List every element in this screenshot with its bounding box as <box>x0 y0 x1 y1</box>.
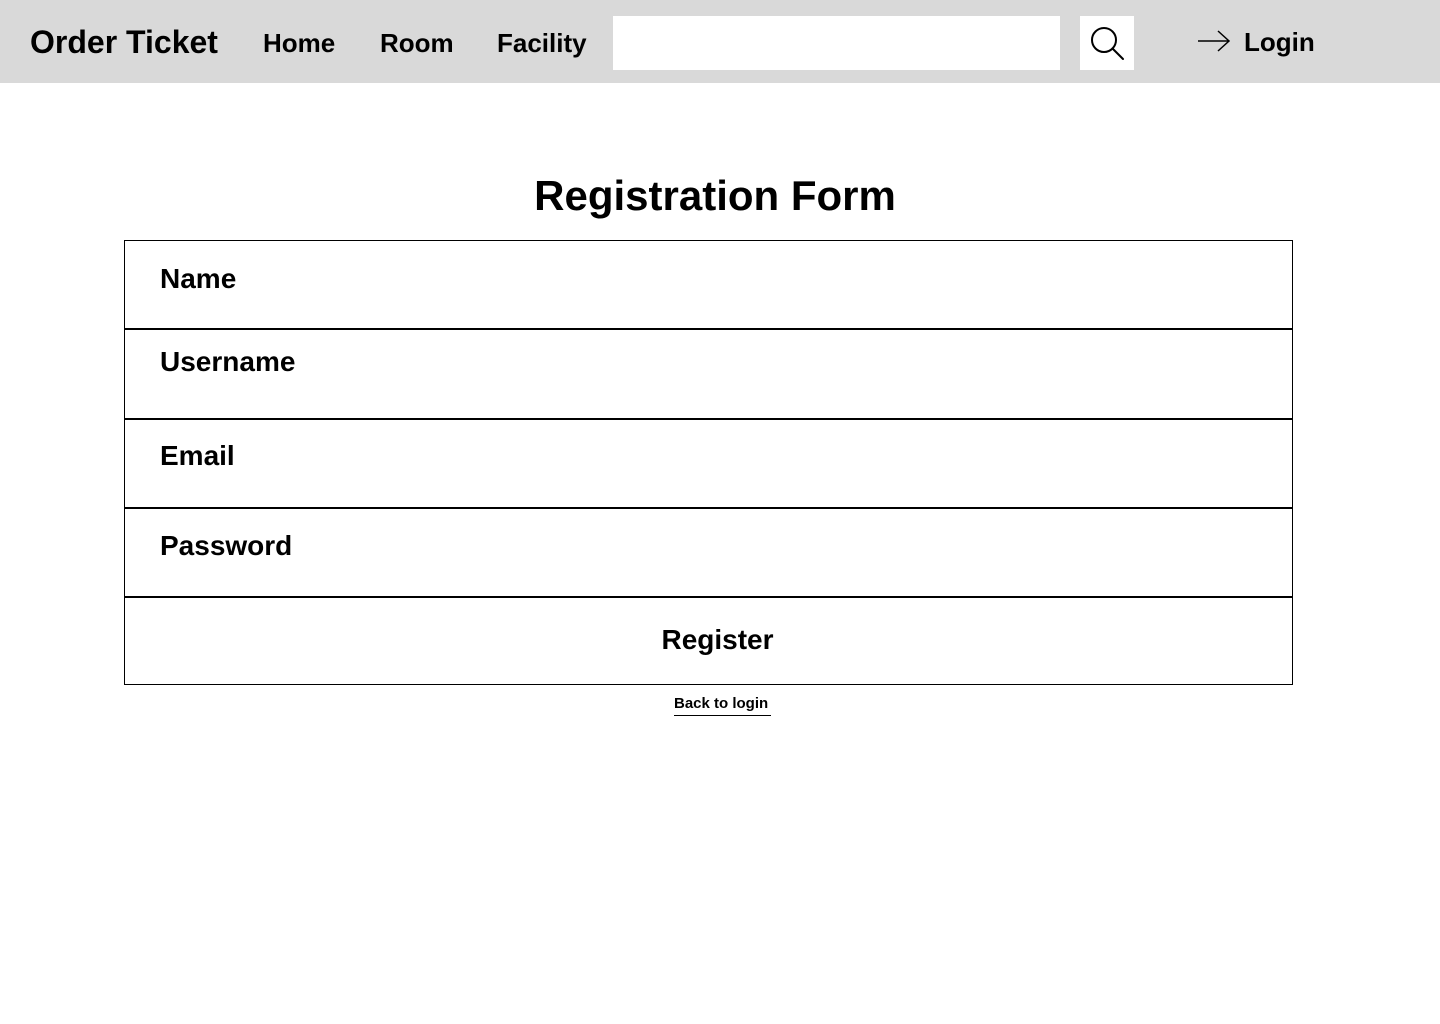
top-navigation-bar: Order Ticket Home Room Facility Login <box>0 0 1440 83</box>
nav-home-link[interactable]: Home <box>263 27 335 59</box>
arrow-right-icon <box>1198 30 1231 52</box>
search-input[interactable] <box>613 16 1060 70</box>
login-label: Login <box>1244 27 1315 57</box>
nav-facility-link[interactable]: Facility <box>497 27 587 59</box>
back-to-login-link[interactable]: Back to login <box>674 694 771 716</box>
search-button[interactable] <box>1080 16 1134 70</box>
name-field[interactable]: Name <box>125 241 1292 330</box>
username-field[interactable]: Username <box>125 330 1292 420</box>
username-field-label: Username <box>160 346 296 377</box>
page-title: Registration Form <box>534 172 896 219</box>
brand-logo-text[interactable]: Order Ticket <box>30 22 218 62</box>
nav-room-link[interactable]: Room <box>380 27 454 59</box>
registration-form: Name Username Email Password Register <box>124 240 1293 685</box>
name-field-label: Name <box>160 263 237 294</box>
password-field-label: Password <box>160 530 293 561</box>
register-button[interactable]: Register <box>125 598 1292 684</box>
email-field-label: Email <box>160 440 235 471</box>
email-field[interactable]: Email <box>125 420 1292 509</box>
search-icon <box>1091 27 1124 60</box>
password-field[interactable]: Password <box>125 509 1292 598</box>
register-button-label: Register <box>661 624 774 655</box>
